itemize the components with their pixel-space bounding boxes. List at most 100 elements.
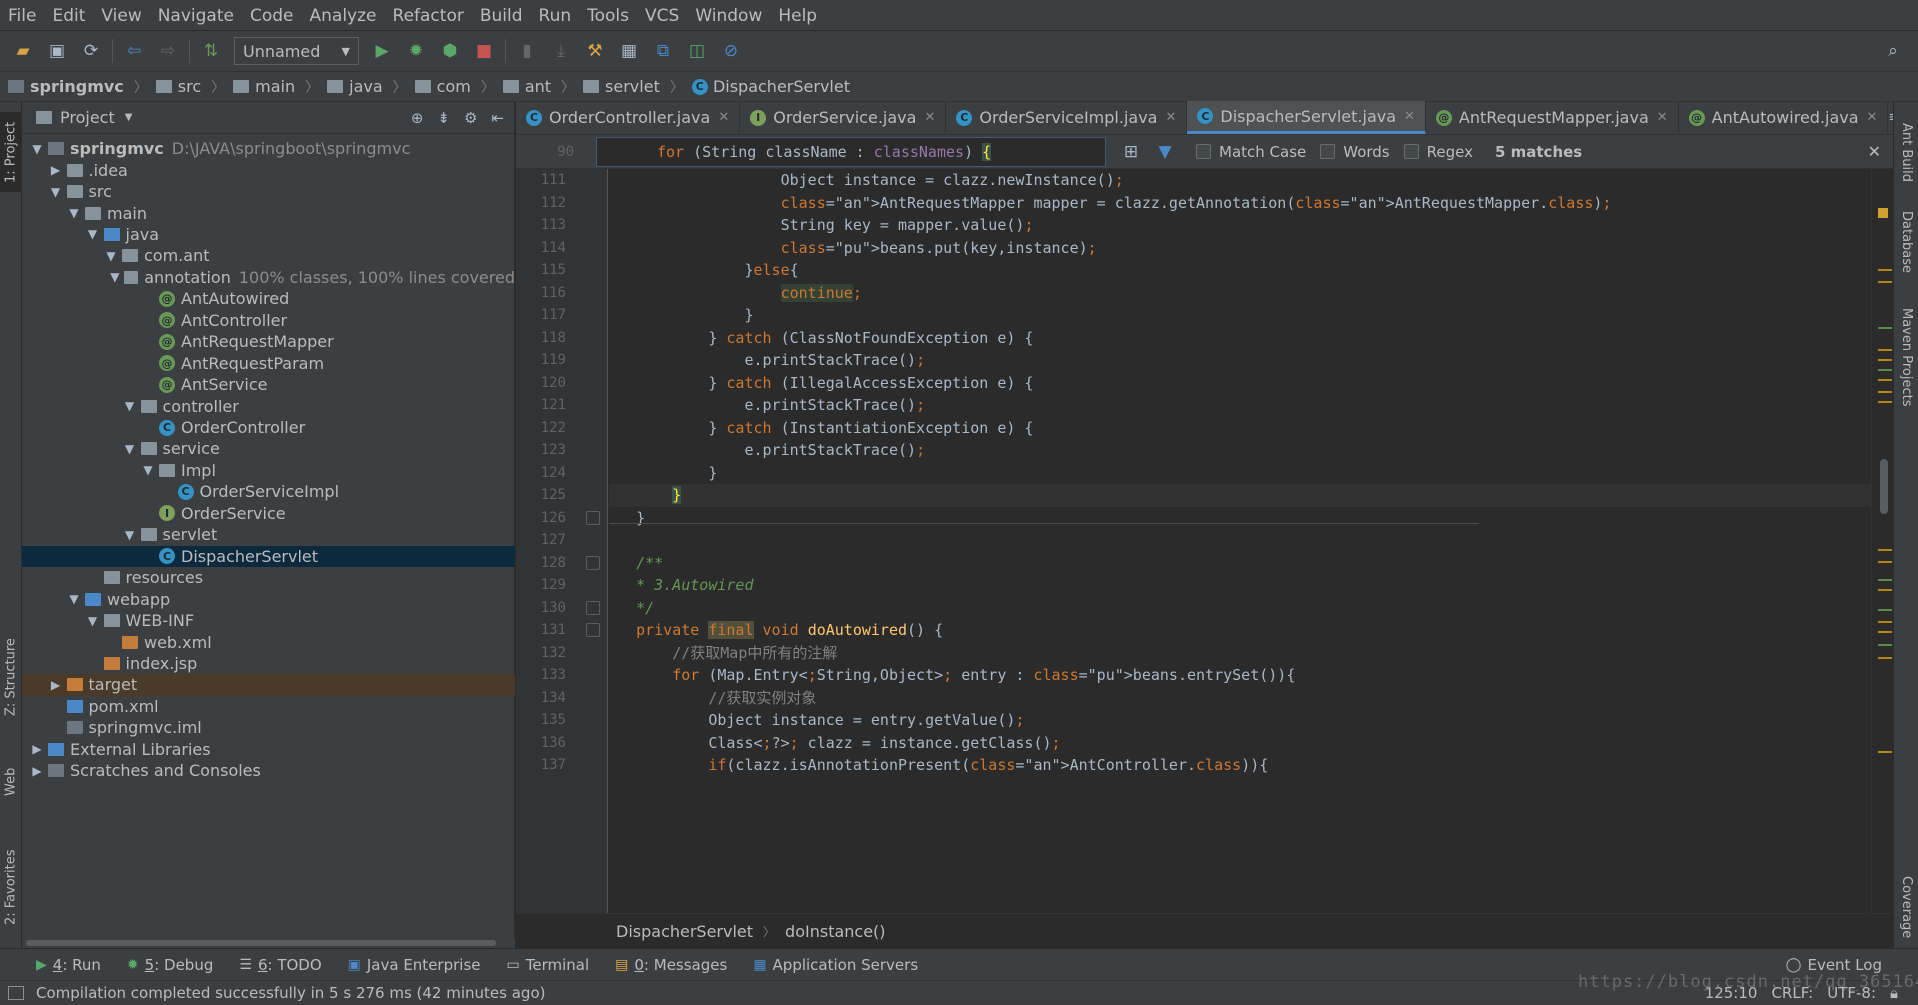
- code-line[interactable]: //获取Map中所有的注解: [609, 642, 837, 665]
- scroll-marker[interactable]: [1878, 644, 1892, 646]
- tab-order-service-impl[interactable]: C OrderServiceImpl.java ✕: [946, 101, 1188, 134]
- editor-breadcrumb-method[interactable]: doInstance(): [785, 922, 885, 941]
- tab-ant-autowired[interactable]: @ AntAutowired.java ✕: [1679, 101, 1889, 134]
- chevron-right-icon[interactable]: ▶: [45, 678, 67, 692]
- chevron-down-icon[interactable]: ▼: [63, 592, 85, 606]
- select-all-occurrences-icon[interactable]: ⊞: [1120, 141, 1142, 163]
- menu-refactor[interactable]: Refactor: [385, 0, 472, 31]
- tree-item-package[interactable]: ▼ servlet: [22, 524, 515, 545]
- code-line[interactable]: } catch (IllegalAccessException e) {: [609, 372, 1033, 395]
- bookmark-icon[interactable]: ▮: [516, 40, 538, 62]
- close-icon[interactable]: ✕: [1404, 109, 1415, 124]
- breadcrumb-item[interactable]: main: [233, 77, 295, 96]
- code-line[interactable]: /**: [609, 552, 663, 575]
- chevron-down-icon[interactable]: ▼: [26, 142, 48, 156]
- tree-item-annotation[interactable]: @ AntService: [22, 374, 515, 395]
- scroll-marker[interactable]: [1878, 561, 1892, 563]
- breadcrumb-item[interactable]: ant: [502, 77, 551, 96]
- chevron-down-icon[interactable]: ▼: [125, 112, 133, 123]
- project-structure-icon[interactable]: ▦: [618, 40, 640, 62]
- tree-item-folder[interactable]: ▶ target: [22, 674, 515, 696]
- tree-item-annotation[interactable]: @ AntRequestParam: [22, 353, 515, 374]
- tool-button-run[interactable]: ▶ 4: Run: [36, 956, 101, 974]
- menu-view[interactable]: View: [93, 0, 149, 31]
- breadcrumb-item[interactable]: java: [327, 77, 383, 96]
- close-icon[interactable]: ✕: [1165, 110, 1176, 125]
- code-line[interactable]: } catch (InstantiationException e) {: [609, 417, 1033, 440]
- tool-button-messages[interactable]: ▤ 0: Messages: [615, 956, 727, 974]
- tool-button-todo[interactable]: ☰ 6: TODO: [239, 956, 321, 974]
- scroll-marker[interactable]: [1878, 269, 1892, 271]
- fold-icon[interactable]: [586, 623, 600, 637]
- chart-icon[interactable]: ◫: [686, 40, 708, 62]
- tool-button-application-servers[interactable]: ▦ Application Servers: [753, 956, 918, 974]
- menu-help[interactable]: Help: [770, 0, 825, 31]
- tool-button-terminal[interactable]: ▭ Terminal: [507, 956, 590, 974]
- close-icon[interactable]: ✕: [1867, 110, 1878, 125]
- scroll-marker[interactable]: [1878, 549, 1892, 551]
- tool-button-java-enterprise[interactable]: ▣ Java Enterprise: [348, 956, 481, 974]
- code-line[interactable]: Object instance = entry.getValue();: [609, 709, 1024, 732]
- scroll-marker[interactable]: [1878, 621, 1892, 623]
- tool-tab-web[interactable]: Web: [0, 757, 22, 807]
- tool-tab-favorites[interactable]: 2: Favorites: [0, 837, 22, 937]
- search-input[interactable]: for (String className : classNames) {: [596, 136, 1106, 167]
- stop-icon[interactable]: ■: [473, 40, 495, 62]
- match-case-checkbox[interactable]: Match Case: [1196, 143, 1306, 161]
- tree-item-package[interactable]: ▼ service: [22, 438, 515, 459]
- scroll-marker[interactable]: [1878, 579, 1892, 581]
- tool-tab-coverage[interactable]: Coverage: [1894, 872, 1918, 942]
- scroll-marker[interactable]: [1878, 349, 1892, 351]
- build-icon[interactable]: ⇅: [200, 40, 222, 62]
- menu-edit[interactable]: Edit: [44, 0, 93, 31]
- tree-item-src[interactable]: ▼ src: [22, 181, 515, 202]
- tree-item-class[interactable]: C OrderController: [22, 417, 515, 438]
- code-line[interactable]: class="pu">beans.put(key,instance);: [609, 237, 1097, 260]
- chevron-down-icon[interactable]: ▼: [119, 399, 141, 413]
- scroll-marker[interactable]: [1878, 281, 1892, 283]
- code-line[interactable]: }: [609, 304, 753, 327]
- chevron-right-icon[interactable]: ▶: [26, 764, 48, 778]
- tool-tab-ant-build[interactable]: Ant Build: [1894, 112, 1918, 192]
- tree-item-annotation[interactable]: @ AntAutowired: [22, 288, 515, 309]
- code-line[interactable]: Object instance = clazz.newInstance();: [609, 169, 1124, 192]
- tree-item-file[interactable]: springmvc.iml: [22, 717, 515, 738]
- code-line[interactable]: [609, 529, 636, 552]
- tree-item-package[interactable]: ▼ com.ant: [22, 245, 515, 266]
- debug-icon[interactable]: ✹: [405, 40, 427, 62]
- menu-code[interactable]: Code: [242, 0, 302, 31]
- horizontal-scrollbar[interactable]: [22, 938, 515, 948]
- tab-order-controller[interactable]: C OrderController.java ✕: [516, 101, 741, 134]
- menu-navigate[interactable]: Navigate: [150, 0, 242, 31]
- chevron-down-icon[interactable]: ▼: [137, 463, 159, 477]
- scroll-marker[interactable]: [1878, 327, 1892, 329]
- scroll-marker[interactable]: [1878, 391, 1892, 393]
- chevron-right-icon[interactable]: ▶: [45, 163, 67, 177]
- open-folder-icon[interactable]: ▰: [12, 40, 34, 62]
- chevron-down-icon[interactable]: ▼: [63, 206, 85, 220]
- tree-item-libraries[interactable]: ▶ External Libraries: [22, 739, 515, 760]
- tree-item-package[interactable]: ▼ Impl: [22, 460, 515, 481]
- gear-icon[interactable]: ⚙: [464, 109, 477, 127]
- vertical-scrollbar[interactable]: [1871, 169, 1893, 913]
- breadcrumb-item[interactable]: springmvc: [8, 77, 124, 96]
- scroll-marker[interactable]: [1878, 359, 1892, 361]
- tree-item-project-root[interactable]: ▼ springmvc D:\JAVA\springboot\springmvc: [22, 138, 515, 159]
- scroll-marker[interactable]: [1878, 751, 1892, 753]
- tree-item-annotation[interactable]: @ AntController: [22, 310, 515, 331]
- no-entry-icon[interactable]: ⊘: [720, 40, 742, 62]
- tool-tab-structure[interactable]: Z: Structure: [0, 627, 22, 727]
- warning-indicator-icon[interactable]: [1878, 208, 1888, 218]
- chevron-down-icon[interactable]: ▼: [119, 442, 141, 456]
- chevron-down-icon[interactable]: ▼: [82, 227, 104, 241]
- menu-vcs[interactable]: VCS: [637, 0, 687, 31]
- fold-icon[interactable]: [586, 555, 600, 570]
- tree-item-class[interactable]: C OrderServiceImpl: [22, 481, 515, 502]
- settings-icon[interactable]: ⚒: [584, 40, 606, 62]
- tree-item-file[interactable]: pom.xml: [22, 696, 515, 717]
- run-icon[interactable]: ▶: [371, 40, 393, 62]
- search-icon[interactable]: ⌕: [1882, 40, 1904, 62]
- chevron-down-icon[interactable]: ▼: [105, 270, 124, 284]
- code-line[interactable]: String key = mapper.value();: [609, 214, 1034, 237]
- code-line[interactable]: }else{: [609, 259, 798, 282]
